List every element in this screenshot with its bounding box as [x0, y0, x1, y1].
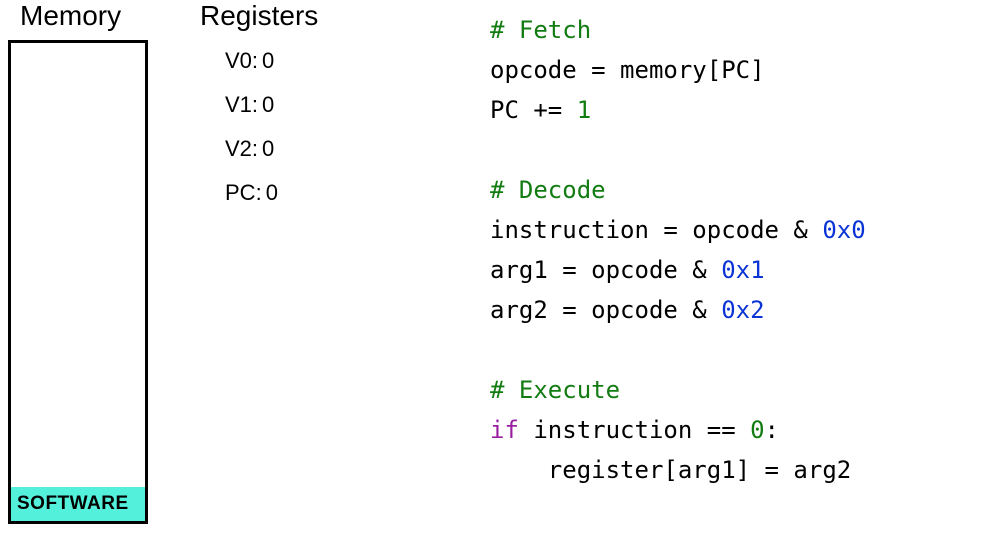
- register-row: PC:0: [225, 180, 278, 206]
- code-line: opcode = memory[PC]: [490, 50, 866, 90]
- memory-software-label: SOFTWARE: [11, 487, 145, 521]
- code-line: if instruction == 0:: [490, 410, 866, 450]
- code-line: [490, 330, 866, 370]
- code-line: # Fetch: [490, 10, 866, 50]
- register-colon: :: [252, 136, 258, 161]
- register-row: V0:0: [225, 48, 278, 74]
- register-row: V2:0: [225, 136, 278, 162]
- code-line: [490, 130, 866, 170]
- register-name: V1: [225, 92, 252, 117]
- code-line: # Decode: [490, 170, 866, 210]
- register-colon: :: [252, 48, 258, 73]
- code-line: arg1 = opcode & 0x1: [490, 250, 866, 290]
- memory-box: SOFTWARE: [8, 40, 148, 524]
- register-row: V1:0: [225, 92, 278, 118]
- memory-title: Memory: [20, 0, 121, 32]
- register-name: V0: [225, 48, 252, 73]
- register-value: 0: [262, 48, 274, 73]
- code-line: # Execute: [490, 370, 866, 410]
- code-line: arg2 = opcode & 0x2: [490, 290, 866, 330]
- registers-title: Registers: [200, 0, 318, 32]
- register-value: 0: [266, 180, 278, 205]
- register-colon: :: [256, 180, 262, 205]
- registers-list: V0:0 V1:0 V2:0 PC:0: [225, 48, 278, 224]
- code-line: instruction = opcode & 0x0: [490, 210, 866, 250]
- code-line: register[arg1] = arg2: [490, 450, 866, 490]
- register-value: 0: [262, 92, 274, 117]
- register-name: V2: [225, 136, 252, 161]
- register-name: PC: [225, 180, 256, 205]
- register-value: 0: [262, 136, 274, 161]
- code-line: PC += 1: [490, 90, 866, 130]
- register-colon: :: [252, 92, 258, 117]
- code-block: # Fetchopcode = memory[PC]PC += 1 # Deco…: [490, 10, 866, 490]
